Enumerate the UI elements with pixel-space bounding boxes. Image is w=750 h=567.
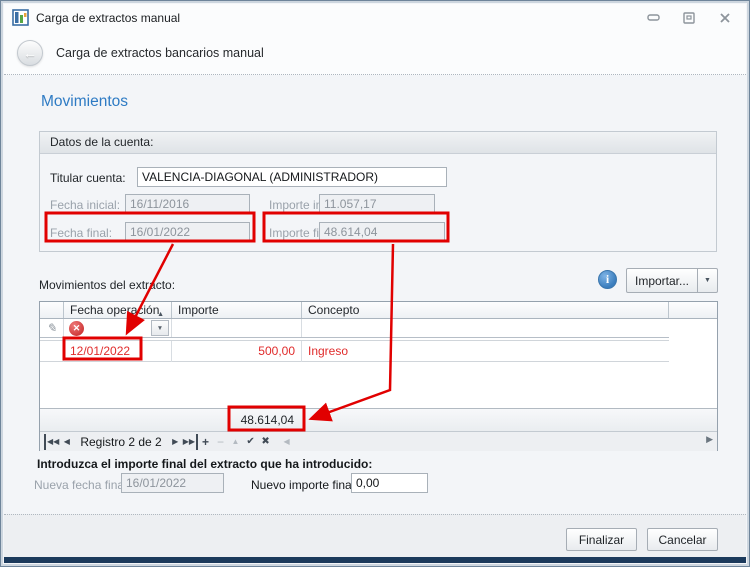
table-row[interactable]: 12/01/2022 500,00 Ingreso xyxy=(40,340,669,362)
nav-edit-button[interactable]: ▲ xyxy=(228,434,243,450)
importe-inicial-field xyxy=(319,194,435,214)
nav-cancel-edit-button[interactable]: ✖ xyxy=(258,434,273,450)
account-groupbox: Datos de la cuenta: Titular cuenta: Fech… xyxy=(39,131,717,252)
nav-end-edit-button[interactable]: ✔ xyxy=(243,434,258,450)
filter-cell-concepto[interactable] xyxy=(302,319,669,337)
dialog-button-bar: Finalizar Cancelar xyxy=(4,514,746,560)
dialog-window: Carga de extractos manual ← Carga de ext… xyxy=(0,0,750,567)
titular-label: Titular cuenta: xyxy=(50,171,126,185)
groupbox-title: Datos de la cuenta: xyxy=(40,132,716,154)
scroll-right-icon[interactable]: ▶ xyxy=(706,434,713,445)
filter-dropdown-button[interactable]: ▼ xyxy=(151,320,169,336)
record-position-text: Registro 2 de 2 xyxy=(74,435,167,449)
app-icon xyxy=(12,9,29,26)
nueva-fecha-field xyxy=(121,473,224,493)
sort-ascending-icon: ▲ xyxy=(157,307,164,318)
import-dropdown-button[interactable]: ▼ xyxy=(698,268,718,293)
row-indicator-cell xyxy=(40,341,64,362)
nav-next-button[interactable]: ▶ xyxy=(168,434,183,450)
info-icon[interactable]: i xyxy=(598,270,617,289)
column-header-blank xyxy=(669,302,719,318)
footer-total-value: 48.614,04 xyxy=(172,409,298,431)
fecha-inicial-label: Fecha inicial: xyxy=(50,198,120,212)
nav-append-button[interactable]: + xyxy=(198,434,213,450)
filter-row-indicator: ✎ xyxy=(40,319,64,337)
edit-pencil-icon: ✎ xyxy=(40,319,63,337)
cancelar-button[interactable]: Cancelar xyxy=(647,528,718,551)
close-button[interactable] xyxy=(718,12,732,24)
window-title: Carga de extractos manual xyxy=(36,11,180,25)
fecha-final-field xyxy=(125,222,250,242)
grid-header-row: Fecha operación ▲ Importe Concepto xyxy=(40,302,717,319)
fecha-inicial-field xyxy=(125,194,250,214)
fecha-final-label: Fecha final: xyxy=(50,226,112,240)
nueva-fecha-label: Nueva fecha final: xyxy=(34,478,130,492)
indicator-column-header xyxy=(40,302,64,318)
nav-prev-button[interactable]: ◀ xyxy=(59,434,74,450)
cell-fecha[interactable]: 12/01/2022 xyxy=(64,341,172,362)
column-header-fecha[interactable]: Fecha operación ▲ xyxy=(64,302,172,318)
titular-field[interactable] xyxy=(137,167,447,187)
cell-concepto[interactable]: Ingreso xyxy=(302,341,669,362)
grid-filter-row: ✎ ✕ ▼ xyxy=(40,319,669,338)
finalizar-button[interactable]: Finalizar xyxy=(566,528,637,551)
column-header-concepto[interactable]: Concepto xyxy=(302,302,669,318)
title-bar[interactable]: Carga de extractos manual xyxy=(4,4,746,31)
nav-first-button[interactable]: ◀◀ xyxy=(44,434,59,450)
record-navigator: ◀◀ ◀ Registro 2 de 2 ▶ ▶▶ + − ▲ ✔ ✖ ◀ xyxy=(40,431,717,451)
nav-last-button[interactable]: ▶▶ xyxy=(183,434,198,450)
movements-grid: Fecha operación ▲ Importe Concepto ✎ ✕ ▼… xyxy=(39,301,718,451)
page-title: Movimientos xyxy=(41,93,128,111)
nav-delete-button[interactable]: − xyxy=(213,434,228,450)
filter-cell-importe[interactable] xyxy=(172,319,302,337)
column-header-fecha-label: Fecha operación xyxy=(70,303,159,317)
import-button[interactable]: Importar... xyxy=(626,268,698,293)
column-header-importe[interactable]: Importe xyxy=(172,302,302,318)
maximize-button[interactable] xyxy=(682,12,696,24)
movements-label: Movimientos del extracto: xyxy=(39,278,175,292)
nuevo-importe-label: Nuevo importe final: xyxy=(251,478,358,492)
instruction-label: Introduzca el importe final del extracto… xyxy=(37,457,372,471)
nuevo-importe-field[interactable] xyxy=(351,473,428,493)
back-button[interactable]: ← xyxy=(17,40,43,66)
clear-filter-icon[interactable]: ✕ xyxy=(69,321,84,336)
minimize-button[interactable] xyxy=(646,12,660,24)
scroll-left-icon[interactable]: ◀ xyxy=(279,434,294,450)
importe-final-field xyxy=(319,222,445,242)
wizard-header: ← Carga de extractos bancarios manual xyxy=(4,31,746,75)
filter-cell-fecha[interactable]: ✕ ▼ xyxy=(64,319,172,337)
wizard-title: Carga de extractos bancarios manual xyxy=(56,46,264,60)
cell-importe[interactable]: 500,00 xyxy=(172,341,302,362)
window-bottom-edge xyxy=(4,557,746,563)
grid-footer-row: 48.614,04 xyxy=(40,408,717,431)
